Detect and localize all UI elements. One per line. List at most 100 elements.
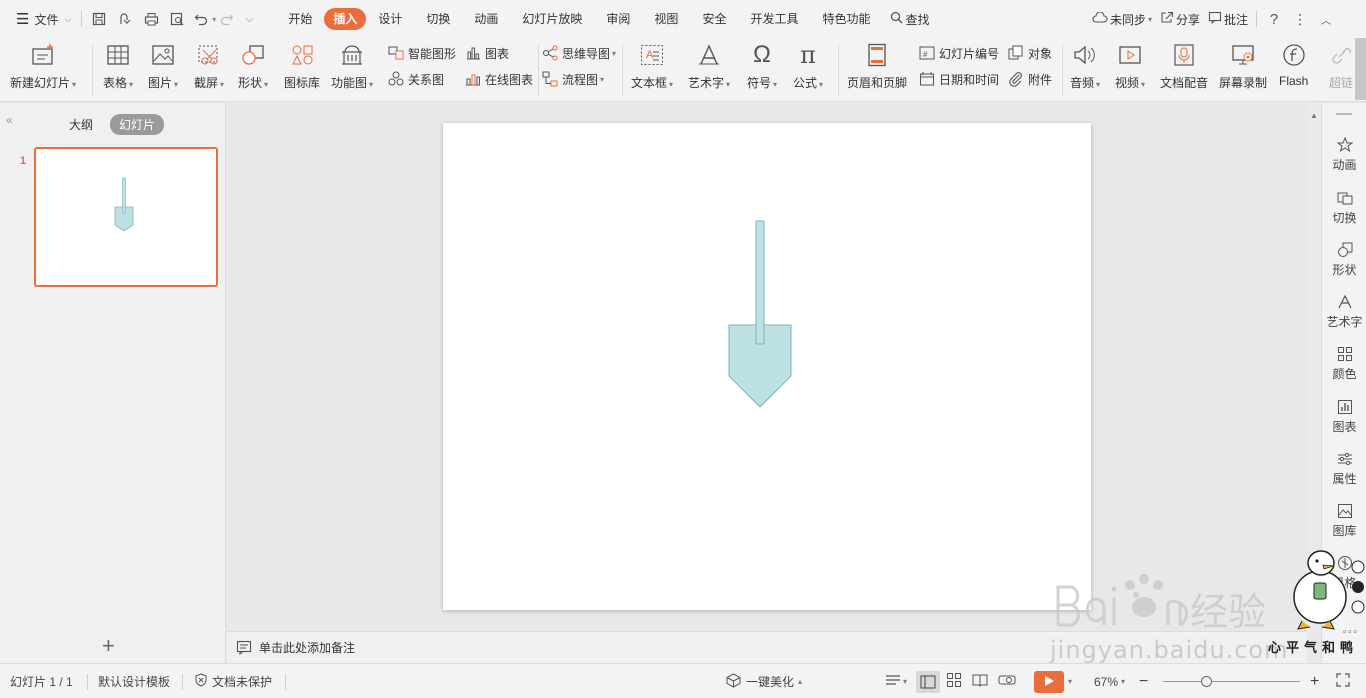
tab-security[interactable]: 安全 xyxy=(690,8,738,30)
flow-chart-button[interactable]: 流程图 ▾ xyxy=(541,70,604,88)
tab-insert[interactable]: 插入 xyxy=(324,8,367,30)
redo-icon[interactable] xyxy=(216,7,238,31)
vertical-scrollbar[interactable]: ▲ ▼ xyxy=(1307,103,1321,631)
star-icon xyxy=(1335,135,1355,155)
smart-art-button[interactable]: 智能图形 xyxy=(387,44,456,62)
attachment-button[interactable]: 附件 xyxy=(1007,70,1052,88)
tab-slideshow[interactable]: 幻灯片放映 xyxy=(510,8,594,30)
sync-button[interactable]: 未同步 ▾ xyxy=(1088,7,1156,31)
tab-home[interactable]: 开始 xyxy=(276,8,324,30)
more-icon[interactable]: ⋮ xyxy=(1287,7,1313,31)
screenshot-button[interactable]: 截屏 ▾ xyxy=(194,42,224,91)
play-options-dropdown[interactable]: ▾ xyxy=(1068,664,1072,698)
slide-thumbnail[interactable] xyxy=(34,147,218,287)
formula-button[interactable]: π 公式 ▾ xyxy=(793,41,823,91)
tab-transition[interactable]: 切换 xyxy=(414,8,462,30)
doc-dub-button[interactable]: 文档配音 xyxy=(1160,42,1208,91)
shovel-shape[interactable] xyxy=(443,123,1091,610)
panel-shape[interactable]: 形状 xyxy=(1322,240,1366,278)
normal-view-button[interactable] xyxy=(916,664,940,698)
zoom-level-dropdown[interactable]: 67% ▾ xyxy=(1094,664,1125,698)
design-template[interactable]: 默认设计模板 xyxy=(98,664,170,698)
output-icon[interactable] xyxy=(112,7,138,31)
play-slideshow-button[interactable] xyxy=(1034,671,1064,693)
panel-gallery[interactable]: 图库 xyxy=(1322,501,1366,539)
scroll-down-icon[interactable]: ▼ xyxy=(1310,614,1318,623)
flash-button[interactable]: Flash xyxy=(1279,42,1308,88)
tab-developer[interactable]: 开发工具 xyxy=(738,8,810,30)
fit-window-button[interactable] xyxy=(1336,664,1350,698)
divider xyxy=(1256,11,1258,27)
wordart-button[interactable]: 艺术字 ▾ xyxy=(688,42,730,91)
tab-outline[interactable]: 大纲 xyxy=(60,114,102,135)
panel-wordart[interactable]: 艺术字 xyxy=(1322,292,1366,330)
panel-properties-label: 属性 xyxy=(1332,472,1357,486)
online-chart-button[interactable]: 在线图表 xyxy=(464,70,533,88)
panel-transition[interactable]: 切换 xyxy=(1322,188,1366,226)
chart-button[interactable]: 图表 xyxy=(464,44,509,62)
ribbon-scrollbar[interactable] xyxy=(1355,38,1366,100)
symbol-button[interactable]: Ω 符号 ▾ xyxy=(747,41,777,91)
header-footer-button[interactable]: 页眉和页脚 xyxy=(847,42,907,91)
audio-button[interactable]: 音频 ▾ xyxy=(1070,42,1100,91)
book-icon xyxy=(972,673,988,690)
image-button[interactable]: 图片 ▾ xyxy=(148,42,178,91)
file-menu[interactable]: ☰ 文件 ⌵ xyxy=(10,7,77,31)
video-button[interactable]: 视频 ▾ xyxy=(1115,42,1145,91)
panel-animation-label: 动画 xyxy=(1332,158,1357,172)
comment-button[interactable]: 批注 xyxy=(1204,7,1252,31)
zoom-slider-track[interactable] xyxy=(1163,681,1300,682)
chevron-down-icon: ▾ xyxy=(669,80,674,89)
search-button[interactable]: 查找 xyxy=(884,7,935,31)
slideshow-settings-button[interactable] xyxy=(998,664,1016,698)
print-preview-icon[interactable] xyxy=(164,7,190,31)
reading-view-button[interactable] xyxy=(972,664,988,698)
tab-design[interactable]: 设计 xyxy=(366,8,414,30)
panel-animation[interactable]: 动画 xyxy=(1322,135,1366,173)
tab-slides[interactable]: 幻灯片 xyxy=(110,114,165,135)
collapse-pane-icon[interactable]: « xyxy=(6,113,13,127)
object-button[interactable]: 对象 xyxy=(1007,44,1052,62)
one-click-beautify-button[interactable]: 一键美化 ▴ xyxy=(726,664,802,698)
table-label: 表格 xyxy=(103,76,128,90)
panel-chart[interactable]: 图表 xyxy=(1322,397,1366,435)
print-icon[interactable] xyxy=(138,7,164,31)
date-time-button[interactable]: 日期和时间 xyxy=(918,70,999,88)
hyperlink-button[interactable]: 超链 xyxy=(1328,42,1354,91)
help-icon[interactable]: ? xyxy=(1261,7,1287,31)
add-slide-button[interactable]: + xyxy=(102,633,115,659)
relation-chart-button[interactable]: 关系图 xyxy=(387,70,444,88)
table-button[interactable]: 表格 ▾ xyxy=(103,42,133,91)
collapse-ribbon-icon[interactable]: ︿ xyxy=(1313,7,1339,31)
screen-record-button[interactable]: 屏幕录制 xyxy=(1219,42,1267,91)
save-icon[interactable] xyxy=(86,7,112,31)
new-slide-button[interactable]: 新建幻灯片 ▾ xyxy=(10,42,76,91)
tab-animation[interactable]: 动画 xyxy=(462,8,510,30)
mind-map-button[interactable]: 思维导图 ▾ xyxy=(541,44,616,62)
undo-icon[interactable] xyxy=(190,7,212,31)
slide-number-button[interactable]: # 幻灯片编号 xyxy=(918,44,999,62)
tab-review[interactable]: 审阅 xyxy=(594,8,642,30)
shape-button[interactable]: 形状 ▾ xyxy=(238,42,268,91)
slide-canvas[interactable] xyxy=(443,123,1091,610)
function-chart-button[interactable]: 功能图 ▾ xyxy=(331,42,373,91)
zoom-out-button[interactable]: − xyxy=(1139,664,1148,698)
textbox-button[interactable]: A 文本框 ▾ xyxy=(631,42,673,91)
icon-library-button[interactable]: 图标库 xyxy=(284,42,320,91)
panel-style[interactable]: 风格 xyxy=(1322,553,1366,591)
notes-toggle-button[interactable]: ▾ xyxy=(885,664,907,698)
watermark-url: jingyan.baidu.com xyxy=(1050,636,1289,664)
zoom-in-button[interactable]: + xyxy=(1310,664,1319,698)
zoom-slider-handle[interactable] xyxy=(1201,676,1212,687)
share-button[interactable]: 分享 xyxy=(1156,7,1204,31)
customize-toolbar-icon[interactable]: ⌵ xyxy=(238,7,260,31)
scroll-up-icon[interactable]: ▲ xyxy=(1310,111,1318,120)
panel-color[interactable]: 颜色 xyxy=(1322,344,1366,382)
tab-special[interactable]: 特色功能 xyxy=(810,8,882,30)
tab-view[interactable]: 视图 xyxy=(642,8,690,30)
sorter-view-button[interactable] xyxy=(946,664,962,698)
video-label: 视频 xyxy=(1115,76,1140,90)
panel-properties[interactable]: 属性 xyxy=(1322,449,1366,487)
document-protection[interactable]: 文档未保护 xyxy=(194,664,272,698)
panel-handle[interactable] xyxy=(1336,113,1352,115)
